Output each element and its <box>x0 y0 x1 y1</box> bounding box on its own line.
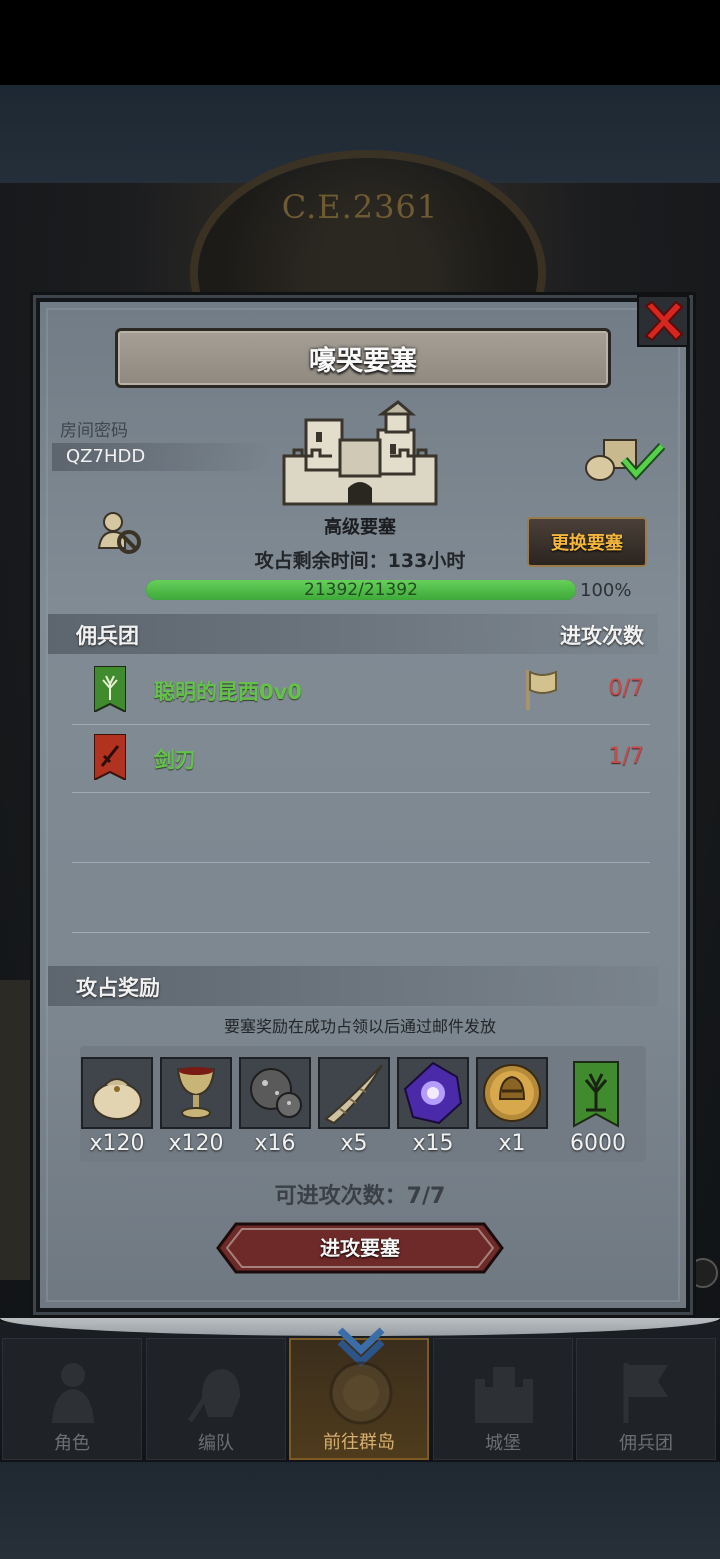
room-code-label: 房间密码 <box>60 421 128 441</box>
mercenary-row[interactable]: 聪明的昆西0v0 0/7 <box>72 656 650 725</box>
reward-qty: x5 <box>340 1131 368 1156</box>
nav-label: 城堡 <box>485 1433 521 1454</box>
supply-ready-icon <box>585 439 666 481</box>
reward-section-header: 攻占奖励 <box>48 966 658 1006</box>
mercenary-row[interactable]: 剑刃 1/7 <box>72 724 650 793</box>
attacks-remaining: 可进攻次数：7/7 <box>274 1184 446 1209</box>
tree-banner-icon <box>573 1061 619 1128</box>
reward-item[interactable] <box>476 1057 548 1129</box>
reward-qty: x16 <box>254 1131 296 1156</box>
reward-qty: x1 <box>498 1131 526 1156</box>
reward-qty: x15 <box>412 1131 454 1156</box>
castle-icon <box>475 1367 533 1423</box>
sword-banner-icon <box>94 734 126 780</box>
status-bar-area <box>0 0 720 85</box>
nav-label: 佣兵团 <box>619 1433 673 1454</box>
castle-icon <box>282 400 438 506</box>
mercenary-icon <box>623 1363 668 1423</box>
helmet-coin-icon <box>483 1064 541 1122</box>
tree-banner-icon <box>94 666 126 712</box>
nav-islands[interactable]: 前往群岛 <box>289 1327 429 1460</box>
flag-icon <box>526 670 557 710</box>
attack-count: 1/7 <box>608 744 644 769</box>
dialog-title: 嚎哭要塞 <box>309 345 417 377</box>
reward-header-label: 攻占奖励 <box>76 976 160 1000</box>
fortress-hp-percent: 100% <box>580 580 632 601</box>
nav-label: 编队 <box>198 1433 234 1454</box>
nav-label: 前往群岛 <box>323 1432 395 1453</box>
horn-icon <box>324 1064 383 1125</box>
reward-item[interactable] <box>239 1057 311 1129</box>
ore-icon <box>250 1068 302 1118</box>
room-code-value: QZ7HDD <box>52 443 272 471</box>
nav-mercenary[interactable]: 佣兵团 <box>576 1338 716 1460</box>
time-remaining: 攻占剩余时间：133小时 <box>254 550 466 572</box>
mercenary-section-header: 佣兵团 进攻次数 <box>48 614 658 654</box>
attacks-header-label: 进攻次数 <box>560 624 644 648</box>
dialog-title-bar: 嚎哭要塞 <box>115 328 611 388</box>
mercenary-header-label: 佣兵团 <box>76 624 139 648</box>
knight-icon <box>52 1363 94 1423</box>
empty-row-divider <box>72 862 650 863</box>
mercenary-name: 聪明的昆西0v0 <box>154 680 302 704</box>
goblet-icon <box>176 1067 216 1119</box>
reward-item[interactable] <box>318 1057 390 1129</box>
crystal-icon <box>403 1061 463 1125</box>
background-side-button <box>688 1258 718 1288</box>
reward-item[interactable] <box>81 1057 153 1129</box>
reward-qty: x120 <box>89 1131 145 1156</box>
close-icon[interactable] <box>636 294 690 348</box>
reward-item[interactable] <box>160 1057 232 1129</box>
mercenary-name: 剑刃 <box>154 748 196 772</box>
empty-row-divider <box>72 932 650 933</box>
reward-note: 要塞奖励在成功占领以后通过邮件发放 <box>223 1017 496 1036</box>
reward-qty: 6000 <box>570 1131 626 1156</box>
reward-item[interactable] <box>397 1057 469 1129</box>
formation-icon <box>187 1369 240 1423</box>
compass-icon <box>329 1361 393 1425</box>
attack-count: 0/7 <box>608 676 644 701</box>
nav-character[interactable]: 角色 <box>2 1338 142 1460</box>
nav-castle[interactable]: 城堡 <box>433 1338 573 1460</box>
attack-fortress-button[interactable]: 进攻要塞 <box>216 1222 504 1274</box>
sack-icon <box>92 1078 142 1120</box>
reward-qty: x120 <box>168 1131 224 1156</box>
nav-label: 角色 <box>54 1433 90 1454</box>
nav-formation[interactable]: 编队 <box>146 1338 286 1460</box>
era-text: C.E.2361 <box>281 188 439 226</box>
system-nav-area <box>0 1462 720 1559</box>
fortress-hp-text: 21392/21392 <box>304 580 418 600</box>
